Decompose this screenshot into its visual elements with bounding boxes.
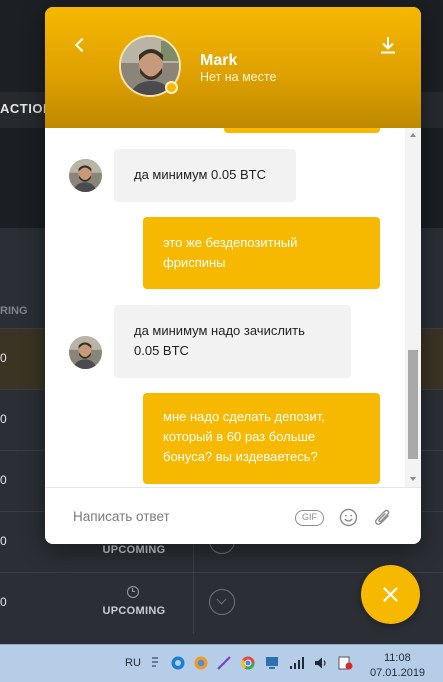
chat-widget: Mark Нет на месте да минимум 0.05 BTC эт… (45, 7, 421, 544)
app-icon[interactable] (170, 655, 186, 671)
row-status: UPCOMING (102, 605, 166, 617)
flag-icon[interactable] (337, 655, 353, 671)
taskbar-time: 11:08 (384, 652, 411, 664)
windows-taskbar: RU 11:08 07.01.2019 (0, 644, 443, 682)
row-value: 0 (0, 412, 7, 426)
close-chat-button[interactable] (361, 565, 420, 624)
agent-status: Нет на месте (200, 70, 277, 84)
row-value: 0 (0, 534, 7, 548)
previous-message-bubble (224, 128, 380, 133)
row-value: 0 (0, 595, 7, 609)
volume-icon[interactable] (313, 655, 329, 671)
emoji-icon[interactable] (339, 508, 358, 527)
scroll-down-arrow-icon[interactable] (410, 477, 416, 481)
status-dot (165, 81, 178, 94)
row-value: 0 (0, 473, 7, 487)
message-input[interactable] (73, 509, 283, 524)
row-divider (193, 573, 194, 634)
paperclip-icon[interactable] (373, 507, 393, 528)
message-composer: GIF (45, 487, 421, 544)
agent-avatar (69, 159, 102, 192)
agent-avatar (69, 336, 102, 369)
input-switch-icon[interactable] (150, 655, 160, 671)
scroll-thumb[interactable] (408, 350, 418, 459)
download-icon[interactable] (378, 35, 398, 55)
row-status: UPCOMING (102, 544, 166, 556)
message-list: да минимум 0.05 BTC это же бездепозитный… (45, 128, 421, 487)
signal-icon[interactable] (289, 655, 305, 671)
browser-icon[interactable] (193, 655, 209, 671)
message-scrollbar[interactable] (405, 128, 421, 487)
agent-message-bubble: да минимум надо зачислить 0.05 BTC (114, 305, 351, 378)
user-message-bubble: это же бездепозитный фриспины (143, 217, 380, 289)
close-icon (383, 587, 398, 602)
row-value: 0 (0, 351, 7, 365)
scroll-up-arrow-icon[interactable] (410, 133, 416, 137)
chrome-icon[interactable] (240, 655, 256, 671)
user-message-bubble: мне надо сделать депозит, который в 60 р… (143, 393, 380, 484)
expand-chevron-icon[interactable] (209, 589, 235, 615)
gif-button[interactable]: GIF (295, 510, 324, 526)
language-indicator[interactable]: RU (125, 657, 141, 669)
chat-header: Mark Нет на месте (45, 7, 421, 128)
network-icon[interactable] (264, 655, 280, 671)
clock-icon (127, 586, 139, 598)
agent-message-bubble: да минимум 0.05 BTC (114, 149, 296, 202)
pen-icon[interactable] (216, 655, 232, 671)
back-icon[interactable] (72, 37, 88, 53)
taskbar-date: 07.01.2019 (370, 667, 426, 679)
agent-name: Mark (200, 52, 238, 69)
table-column-header: RING (0, 305, 28, 317)
